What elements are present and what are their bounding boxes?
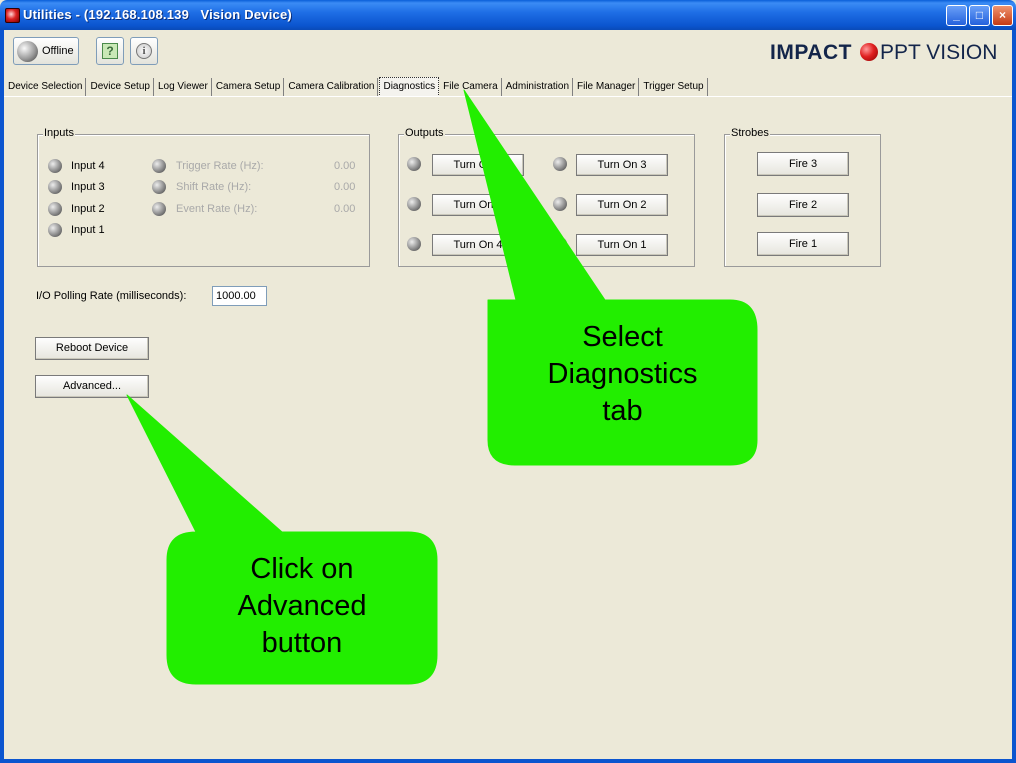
advanced-callout-text: Click on Advanced button	[167, 551, 437, 662]
advanced-callout-line-1: Click on	[250, 553, 354, 585]
advanced-callout-line-3: button	[261, 627, 343, 659]
diagnostics-callout-line-1: Select	[582, 321, 663, 353]
diagnostics-callout-text: Select Diagnostics tab	[488, 319, 757, 430]
diagnostics-callout-line-3: tab	[602, 395, 643, 427]
advanced-callout-line-2: Advanced	[237, 590, 367, 622]
diagnostics-callout-line-2: Diagnostics	[547, 358, 698, 390]
